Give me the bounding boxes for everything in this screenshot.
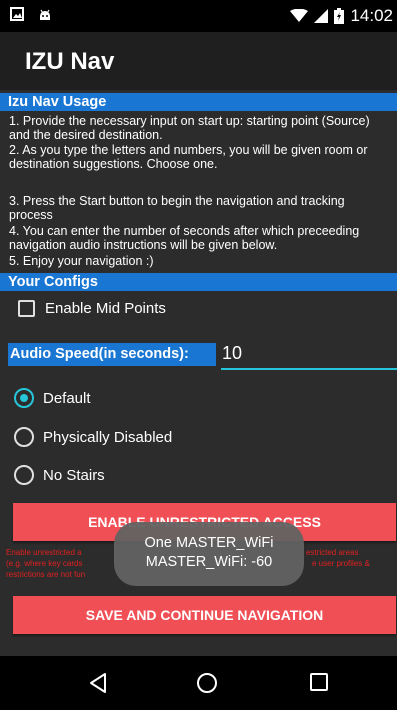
status-right-icons: 14:02: [290, 6, 393, 26]
radio-label-physically-disabled: Physically Disabled: [43, 428, 173, 446]
usage-line-10: 5. Enjoy your navigation :): [9, 254, 154, 268]
status-time: 14:02: [350, 6, 393, 25]
warning-line-1-right: estricted areas: [306, 548, 359, 557]
warning-line-2-left: (e.g. where key cards: [6, 559, 83, 568]
audio-speed-input[interactable]: 10: [221, 340, 397, 370]
status-left-icons: [10, 7, 52, 21]
radio-unchecked-icon[interactable]: [14, 427, 34, 447]
audio-speed-label: Audio Speed(in seconds):: [8, 343, 216, 366]
radio-unchecked-icon[interactable]: [14, 465, 34, 485]
toast-message: One MASTER_WiFi MASTER_WiFi: -60: [114, 522, 304, 586]
recent-apps-icon[interactable]: [309, 672, 329, 692]
toast-line-1: One MASTER_WiFi: [144, 535, 274, 551]
mid-points-checkbox[interactable]: Enable Mid Points: [18, 300, 166, 317]
navigation-bar: [0, 656, 397, 710]
usage-line-1: 1. Provide the necessary input on start …: [9, 114, 370, 128]
radio-default[interactable]: Default: [14, 388, 91, 408]
app-bar: IZU Nav: [0, 32, 397, 90]
checkbox-box[interactable]: [18, 300, 35, 317]
usage-line-9: navigation audio instructions will be gi…: [9, 238, 278, 252]
warning-line-3-left: restrictions are not fun: [6, 570, 86, 579]
warning-line-2-right: e user profiles &: [312, 559, 370, 568]
android-icon: [40, 9, 50, 20]
mid-points-label: Enable Mid Points: [45, 300, 166, 317]
save-and-continue-button[interactable]: SAVE AND CONTINUE NAVIGATION: [13, 596, 396, 634]
toast-line-2: MASTER_WiFi: -60: [145, 554, 273, 570]
configs-header: Your Configs: [0, 273, 397, 291]
radio-checked-icon[interactable]: [14, 388, 34, 408]
wifi-icon: [290, 9, 309, 22]
radio-label-default: Default: [43, 389, 91, 407]
main-content[interactable]: Izu Nav Usage 1. Provide the necessary i…: [0, 90, 397, 656]
signal-icon: [314, 9, 329, 23]
status-bar: 14:02: [0, 0, 397, 32]
warning-line-1-left: Enable unrestricted a: [6, 548, 82, 557]
usage-header: Izu Nav Usage: [0, 93, 397, 111]
usage-line-3: 2. As you type the letters and numbers, …: [9, 143, 368, 157]
battery-icon: [334, 8, 345, 24]
usage-line-8: 4. You can enter the number of seconds a…: [9, 224, 360, 238]
app-title: IZU Nav: [25, 48, 115, 75]
radio-physically-disabled[interactable]: Physically Disabled: [14, 427, 172, 447]
usage-line-7: process: [9, 208, 53, 222]
notification-image-icon: [10, 7, 24, 21]
radio-no-stairs[interactable]: No Stairs: [14, 465, 105, 485]
usage-line-2: and the desired destination.: [9, 128, 163, 142]
back-icon[interactable]: [88, 672, 108, 694]
usage-line-6: 3. Press the Start button to begin the n…: [9, 194, 345, 208]
usage-line-4: destination suggestions. Choose one.: [9, 157, 218, 171]
radio-label-no-stairs: No Stairs: [43, 466, 105, 484]
home-icon[interactable]: [196, 672, 218, 694]
